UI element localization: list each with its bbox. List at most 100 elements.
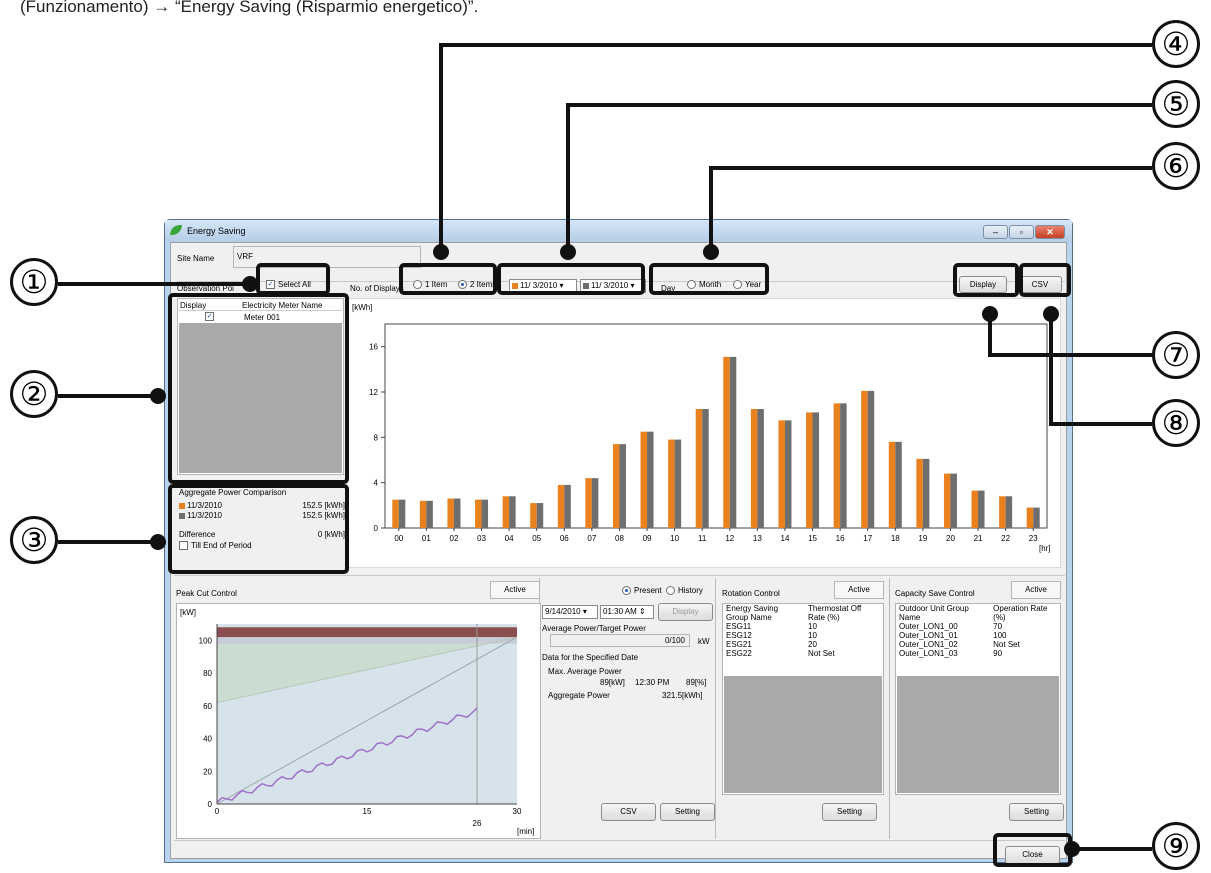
radio-selected-icon [622, 586, 631, 596]
dot-5 [560, 244, 576, 260]
table-cell: ESG22 [726, 649, 752, 658]
bar [861, 390, 868, 528]
callout-1: ① [10, 258, 58, 306]
data-date-label: Data for the Specified Date [542, 653, 639, 662]
connector-4v [439, 43, 443, 256]
rotation-active-tab[interactable]: Active [834, 581, 884, 599]
caption: (Funzionamento) → “Energy Saving (Rispar… [20, 0, 479, 16]
bar [922, 458, 930, 528]
bar [426, 500, 433, 528]
rotation-col-rate: Thermostat Off Rate (%) [808, 604, 862, 622]
dot-9 [1064, 841, 1080, 857]
dropdown-arrow-icon: ▾ [582, 607, 587, 616]
callout-5: ⑤ [1152, 80, 1200, 128]
table-cell: Outer_LON1_02 [899, 640, 958, 649]
bar [999, 496, 1006, 528]
bar [557, 484, 565, 528]
capacity-active-tab[interactable]: Active [1011, 581, 1061, 599]
x-tick-label: 15 [808, 534, 817, 543]
bar [453, 498, 461, 528]
aggregate-power-value: 321.5[kWh] [662, 691, 703, 700]
peak-csv-button[interactable]: CSV [601, 803, 656, 821]
peak-y-tick-label: 100 [199, 636, 213, 645]
table-cell: Not Set [808, 649, 835, 658]
peak-x-unit-label: [min] [517, 827, 534, 836]
bar [812, 412, 820, 528]
bar [509, 496, 516, 528]
connector-4h [439, 43, 1152, 47]
x-tick-label: 19 [918, 534, 927, 543]
peak-display-button[interactable]: Display [658, 603, 713, 621]
callout-3: ③ [10, 516, 58, 564]
radio-history[interactable]: History [666, 586, 703, 596]
x-tick-label: 08 [615, 534, 624, 543]
highlight-meter-list [168, 293, 349, 484]
x-tick-label: 16 [836, 534, 845, 543]
bar [447, 498, 454, 528]
bar [475, 499, 482, 528]
no-displays-label: No. of Displays [350, 284, 404, 293]
table-cell: Outer_LON1_01 [899, 631, 958, 640]
bar [530, 503, 537, 528]
bar [674, 439, 682, 528]
bar [564, 484, 571, 528]
spinner-icon: ⇕ [639, 607, 646, 616]
dot-8 [1043, 306, 1059, 322]
peak-setting-button[interactable]: Setting [660, 803, 715, 821]
rotation-setting-button[interactable]: Setting [822, 803, 877, 821]
avg-power-label: Average Power/Target Power [542, 624, 646, 633]
rotation-empty-area [724, 676, 882, 793]
bar [840, 403, 847, 528]
highlight-no-displays [399, 263, 497, 295]
callout-9: ⑨ [1152, 822, 1200, 870]
peak-y-tick-label: 0 [208, 800, 213, 809]
avg-power-value: 0/100 [550, 634, 690, 647]
radio-present[interactable]: Present [622, 586, 662, 596]
bar [750, 409, 758, 528]
bar [591, 478, 599, 528]
rotation-panel: Rotation Control Active Energy Saving Gr… [720, 578, 890, 839]
x-tick-label: 09 [643, 534, 652, 543]
peak-side-panel: Present History 9/14/2010 ▾ 01:30 AM ⇕ D… [540, 578, 716, 839]
highlight-csv [1019, 263, 1071, 297]
x-tick-label: 17 [863, 534, 872, 543]
peak-time-picker[interactable]: 01:30 AM ⇕ [600, 605, 654, 619]
capacity-col-rate: Operation Rate (%) [993, 604, 1048, 622]
x-tick-label: 06 [560, 534, 569, 543]
minimize-button[interactable]: – [983, 225, 1008, 239]
x-tick-label: 23 [1029, 534, 1038, 543]
peak-zone-blue [217, 637, 517, 644]
radio-icon [666, 586, 675, 596]
x-tick-label: 04 [505, 534, 514, 543]
table-cell: ESG21 [726, 640, 752, 649]
bar [778, 420, 785, 528]
bar [1026, 507, 1034, 528]
table-cell: Not Set [993, 640, 1020, 649]
peak-active-tab[interactable]: Active [490, 581, 540, 599]
bar [502, 496, 510, 528]
bar [1005, 496, 1013, 528]
close-window-button[interactable]: ✕ [1035, 225, 1065, 239]
peak-date-picker[interactable]: 9/14/2010 ▾ [542, 605, 598, 619]
capacity-setting-button[interactable]: Setting [1009, 803, 1064, 821]
bar [833, 403, 841, 528]
peak-y-tick-label: 80 [203, 669, 212, 678]
peak-cut-panel: Peak Cut Control Active [kW] 100 80 60 40 20 0… [174, 578, 541, 839]
table-cell: ESG12 [726, 631, 752, 640]
bar [695, 409, 703, 528]
bar [943, 473, 951, 528]
bar [1033, 507, 1040, 528]
x-tick-label: 00 [394, 534, 403, 543]
connector-8v [1049, 314, 1053, 426]
maximize-button[interactable]: ▫ [1009, 225, 1034, 239]
x-tick-label: 14 [781, 534, 790, 543]
x-tick-label: 05 [532, 534, 541, 543]
bar [647, 431, 654, 528]
peak-chart-box: [kW] 100 80 60 40 20 0 0 15 30 26 [min] [176, 603, 541, 839]
connector-5h [566, 103, 1152, 107]
peak-y-tick-label: 40 [203, 735, 212, 744]
peak-limit-band [217, 627, 517, 638]
table-cell: Outer_LON1_00 [899, 622, 958, 631]
dot-2 [150, 388, 166, 404]
capacity-panel: Capacity Save Control Active Outdoor Uni… [893, 578, 1065, 839]
